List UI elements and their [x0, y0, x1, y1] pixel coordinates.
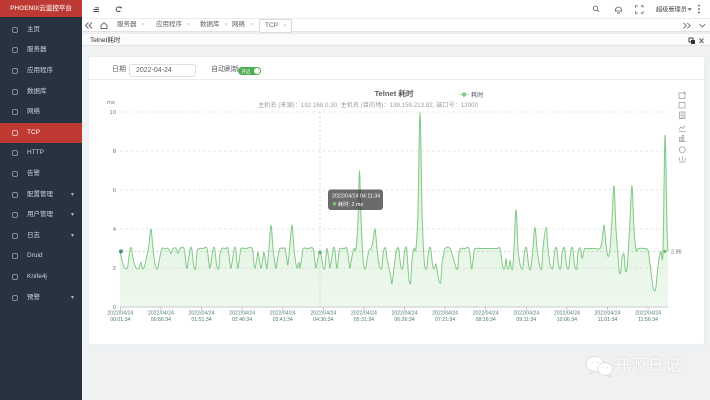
svg-text:超级管理员: 超级管理员: [656, 6, 687, 14]
